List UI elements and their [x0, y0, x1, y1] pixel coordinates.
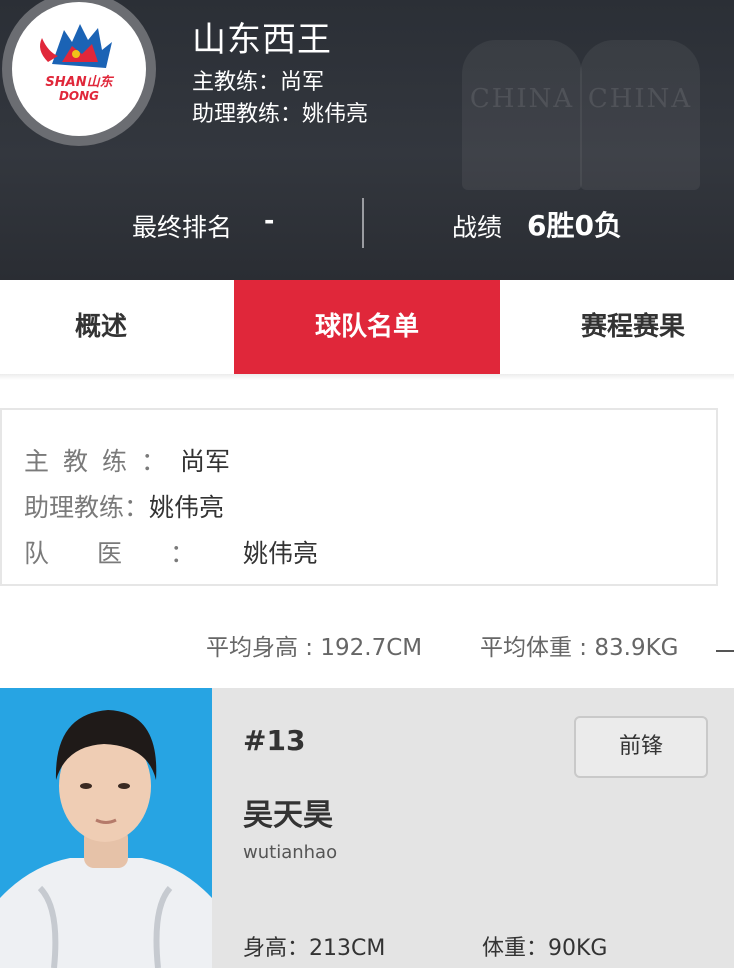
tab-overview[interactable]: 概述: [0, 280, 202, 374]
tab-bar-divider: [0, 374, 734, 380]
staff-value: 姚伟亮: [149, 493, 225, 522]
dragon-logo-icon: SHAN山东 DONG: [40, 24, 115, 103]
team-logo: SHAN山东 DONG: [12, 2, 146, 136]
head-coach-line: 主教练：尚军: [192, 70, 325, 95]
tab-bar: 概述 球队名单 赛程赛果: [0, 280, 734, 376]
background-jersey-text: CHINA: [587, 84, 693, 114]
player-pinyin: wutianhao: [243, 842, 338, 863]
player-portrait-icon: [0, 710, 212, 968]
staff-label: 队医：: [24, 539, 244, 568]
edge-divider: [716, 650, 734, 652]
average-weight: 平均体重 : 83.9KG: [480, 635, 679, 661]
staff-label: 助理教练：: [24, 493, 150, 522]
tab-roster[interactable]: 球队名单: [234, 280, 500, 374]
team-name: 山东西王: [192, 20, 332, 60]
assistant-coach-line: 助理教练：姚伟亮: [192, 102, 369, 127]
team-header: CHINA CHINA SHAN山东 DONG 山东西王 主教练：尚军 助理教练…: [0, 0, 734, 280]
staff-row-assistant-coach: 助理教练：姚伟亮: [24, 488, 224, 524]
player-name: 吴天昊: [243, 798, 333, 833]
average-height: 平均身高 : 192.7CM: [206, 635, 423, 661]
tab-schedule-results[interactable]: 赛程赛果: [540, 280, 726, 374]
staff-row-team-doctor: 队医：姚伟亮: [24, 534, 318, 570]
rank-value: -: [264, 206, 275, 235]
staff-label: 主教练：: [24, 447, 181, 476]
stat-divider: [362, 198, 364, 248]
rank-label: 最终排名: [132, 213, 233, 242]
record-value: 6胜0负: [527, 209, 622, 242]
background-jersey-text: CHINA: [469, 84, 575, 114]
background-jersey: CHINA: [462, 40, 582, 190]
player-weight: 体重：90KG: [482, 936, 608, 961]
player-height: 身高：213CM: [243, 936, 386, 961]
background-jersey: CHINA: [580, 40, 700, 190]
player-photo: [0, 688, 212, 968]
staff-value: 姚伟亮: [243, 539, 319, 568]
staff-row-head-coach: 主教练：尚军: [24, 442, 230, 478]
staff-card: 主教练：尚军 助理教练：姚伟亮 队医：姚伟亮: [0, 408, 718, 586]
player-card[interactable]: #13 前锋 吴天昊 wutianhao 身高：213CM 体重：90KG: [0, 688, 734, 968]
logo-text: SHAN山东: [45, 74, 114, 90]
jersey-number: #13: [243, 724, 306, 757]
record-label: 战绩: [452, 213, 503, 242]
staff-value: 尚军: [180, 447, 231, 476]
logo-text: DONG: [59, 89, 99, 103]
position-button[interactable]: 前锋: [574, 716, 708, 778]
